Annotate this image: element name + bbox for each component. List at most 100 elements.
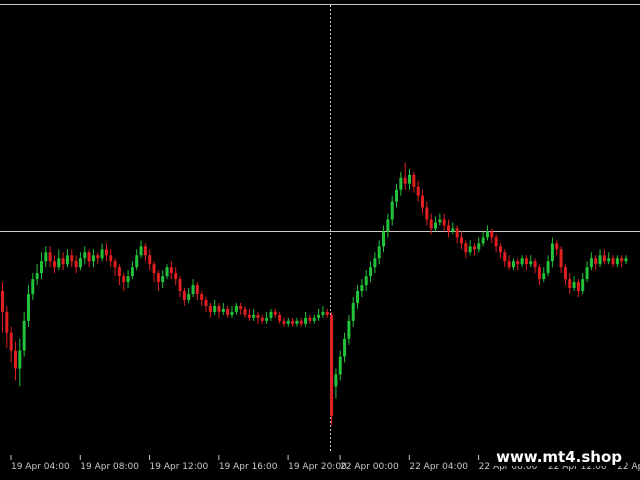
candle-body [364, 276, 368, 286]
candle-body [524, 258, 528, 265]
candle-body [213, 305, 217, 312]
candle-body [581, 279, 585, 292]
candle-body [39, 261, 43, 274]
candle-body [446, 225, 450, 232]
candle-body [87, 252, 91, 262]
candle-body [546, 261, 550, 274]
candle-body [373, 258, 377, 268]
candle-body [83, 252, 87, 259]
candle-body [230, 311, 234, 315]
candle-body [416, 186, 420, 196]
candle-body [74, 261, 78, 268]
candle-body [161, 276, 165, 283]
candle-body [442, 219, 446, 226]
candle-body [152, 264, 156, 274]
candle-body [369, 267, 373, 277]
candle-body [498, 246, 502, 253]
candle-body [602, 255, 606, 262]
candle-body [295, 320, 299, 324]
candle-body [494, 237, 498, 247]
candle-body [576, 282, 580, 292]
candle-body [308, 317, 312, 321]
candle-body [317, 314, 321, 318]
candle-body [434, 222, 437, 229]
candle-body [408, 174, 412, 184]
candle-body [516, 261, 520, 265]
candle-body [607, 258, 611, 262]
candle-body [200, 294, 204, 300]
candle-body [438, 219, 442, 223]
candle-body [360, 285, 364, 292]
candle-body [468, 246, 472, 253]
candle-body [477, 243, 481, 250]
candle-body [226, 308, 230, 315]
candle-body [325, 311, 329, 315]
candle-body [269, 311, 273, 318]
candle [330, 311, 334, 426]
candle-body [563, 267, 567, 280]
candle-body [243, 308, 247, 315]
candle-body [239, 305, 243, 309]
candle-body [343, 338, 347, 357]
candle-body [390, 201, 394, 220]
candle-body [511, 261, 515, 268]
candle-body [31, 279, 35, 295]
candle-body [126, 276, 130, 283]
candle-body [18, 350, 22, 369]
candle-body [312, 317, 316, 321]
candle-body [347, 320, 351, 339]
candle-body [382, 231, 386, 247]
candle-body [338, 356, 342, 375]
candle-body [191, 285, 195, 295]
candle-body [5, 311, 9, 333]
candle-body [459, 237, 463, 244]
candle-body [520, 258, 524, 265]
candle-body [165, 267, 169, 277]
candle-body [148, 255, 152, 265]
candle-body [221, 308, 225, 312]
candle-body [100, 249, 104, 259]
candle-body [403, 177, 407, 184]
chart-background [0, 0, 640, 480]
candle-body [208, 305, 212, 312]
x-tick-label: 19 Apr 16:00 [219, 462, 278, 472]
candle-body [503, 252, 507, 262]
x-tick-label: 19 Apr 04:00 [11, 462, 70, 472]
candle-body [26, 294, 30, 321]
x-tick-label: 19 Apr 12:00 [150, 462, 209, 472]
candle-body [490, 231, 494, 238]
candle-body [174, 273, 178, 280]
candle-body [585, 267, 589, 280]
candle-body [217, 305, 221, 312]
candle-body [265, 317, 269, 321]
candle-body [291, 320, 295, 324]
candle-body [96, 255, 100, 259]
candle-body [611, 258, 615, 265]
x-tick-label: 22 Apr 00:00 [340, 462, 399, 472]
candle-body [464, 243, 468, 253]
candle-body [52, 261, 56, 268]
candle-body [377, 246, 381, 259]
candle-body [386, 219, 390, 232]
candle-body [130, 267, 134, 277]
candle-body [304, 317, 308, 324]
candle-body [550, 243, 554, 262]
candle-body [104, 249, 108, 256]
candle-body [555, 243, 559, 250]
candle-body [282, 320, 286, 324]
candle-body [109, 255, 113, 262]
candle-body [286, 320, 290, 324]
candle-body [65, 255, 69, 265]
candle-body [9, 332, 13, 351]
candle-body [57, 258, 61, 268]
candle-body [234, 305, 238, 312]
candle-body [252, 314, 256, 318]
candle-body [351, 302, 355, 321]
candle-body [568, 279, 572, 289]
candle-body [70, 255, 74, 262]
candle-body [61, 258, 65, 265]
candle-body [399, 177, 403, 190]
candlestick-chart: 19 Apr 04:00 19 Apr 08:00 19 Apr 12:00 19 A… [0, 0, 640, 480]
candle-body [472, 246, 476, 250]
candle-body [421, 195, 425, 208]
